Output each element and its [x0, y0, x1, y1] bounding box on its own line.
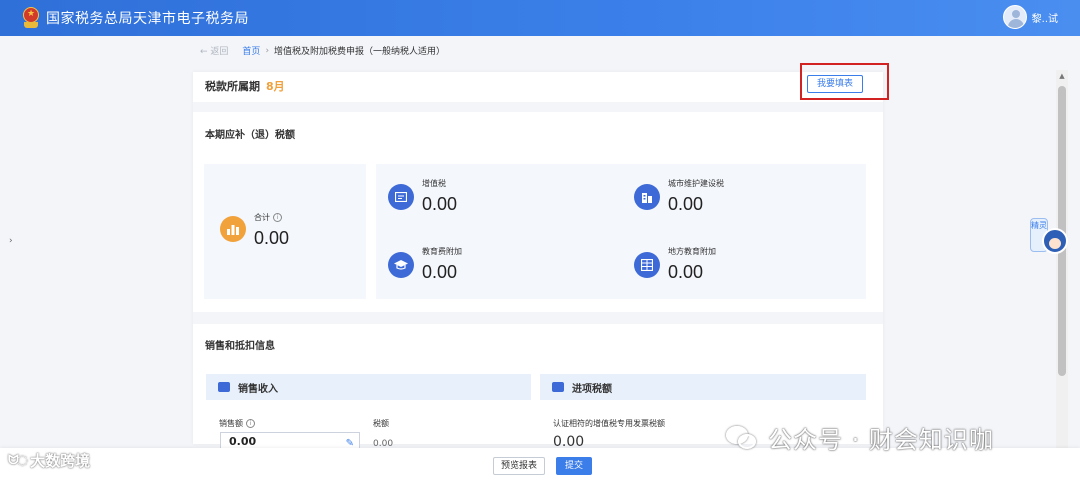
assistant-avatar-icon[interactable] — [1042, 228, 1068, 254]
sidebar-toggle-icon[interactable]: › — [9, 236, 13, 246]
graduation-cap-icon — [388, 252, 414, 278]
bar-chart-icon — [220, 216, 246, 242]
total-tax-card: 合计 i 0.00 — [204, 164, 366, 299]
tax-amount-label: 税额 — [373, 419, 389, 428]
scrollbar[interactable]: ▲ — [1056, 70, 1068, 450]
revenue-icon — [218, 382, 230, 392]
total-label: 合计 i — [254, 212, 282, 223]
user-name[interactable]: 黎..试 — [1032, 10, 1058, 25]
info-icon[interactable]: i — [246, 419, 255, 428]
urban-tax-value: 0.00 — [668, 194, 704, 214]
section-divider — [193, 312, 883, 324]
sales-revenue-header: 销售收入 — [206, 374, 531, 400]
scroll-up-icon[interactable]: ▲ — [1056, 72, 1068, 80]
breadcrumb-home-link[interactable]: 首页 — [242, 44, 260, 57]
top-bar: ★ 国家税务总局天津市电子税务局 黎..试 — [0, 0, 1080, 36]
local-education-value: 0.00 — [668, 262, 704, 282]
site-title: 国家税务总局天津市电子税务局 — [46, 11, 249, 27]
input-tax-header: 进项税额 — [540, 374, 866, 400]
info-icon[interactable]: i — [273, 213, 282, 222]
watermark-left: ᗢ◌ 大数跨境 — [8, 452, 91, 470]
wechat-icon — [726, 425, 758, 450]
local-education-label: 地方教育附加 — [668, 247, 716, 256]
submit-button[interactable]: 提交 — [556, 457, 592, 475]
watermark-right: 公众号 · 财会知识咖 — [726, 420, 994, 455]
avatar[interactable] — [1002, 5, 1027, 29]
urban-tax-label: 城市维护建设税 — [668, 179, 724, 188]
tax-period-month: 8月 — [266, 80, 285, 93]
sales-section-title: 销售和抵扣信息 — [205, 341, 275, 352]
main-panel: 税款所属期 8月 我要填表 本期应补（退）税额 合计 i 0.00 增值税 0.00… — [193, 72, 883, 450]
assistant-widget[interactable]: 精灵 — [1030, 214, 1070, 258]
breadcrumb-current: 增值税及附加税费申报（一般纳税人适用） — [274, 47, 446, 57]
user-menu[interactable]: 黎..试 — [1002, 5, 1058, 29]
tax-period-label: 税款所属期 — [205, 80, 260, 93]
tax-due-title: 本期应补（退）税额 — [205, 130, 295, 141]
invoice-icon — [388, 184, 414, 210]
vat-label: 增值税 — [422, 179, 446, 188]
total-value: 0.00 — [254, 228, 290, 248]
watermark-logo-icon: ᗢ◌ — [8, 453, 28, 468]
ledger-icon — [634, 252, 660, 278]
national-emblem-icon: ★ — [22, 7, 40, 29]
vat-value: 0.00 — [422, 194, 458, 214]
highlight-annotation — [800, 63, 889, 100]
building-icon — [634, 184, 660, 210]
ticket-icon — [552, 382, 564, 392]
section-divider — [193, 102, 883, 112]
sales-amount-label: 销售额 i — [219, 418, 255, 429]
education-surcharge-value: 0.00 — [422, 262, 458, 282]
preview-report-button[interactable]: 预览报表 — [493, 457, 545, 475]
tax-period: 税款所属期 8月 — [205, 78, 285, 94]
breadcrumb: ← 返回 首页 › 增值税及附加税费申报（一般纳税人适用） — [200, 44, 446, 58]
certified-invoice-tax-label: 认证相符的增值税专用发票税额 — [553, 419, 665, 428]
breadcrumb-separator: › — [265, 45, 270, 56]
tax-items-card: 增值税 0.00 城市维护建设税 0.00 教育费附加 0.00 地方教育附加 … — [376, 164, 866, 299]
education-surcharge-label: 教育费附加 — [422, 247, 462, 256]
back-link[interactable]: ← 返回 — [200, 44, 228, 57]
